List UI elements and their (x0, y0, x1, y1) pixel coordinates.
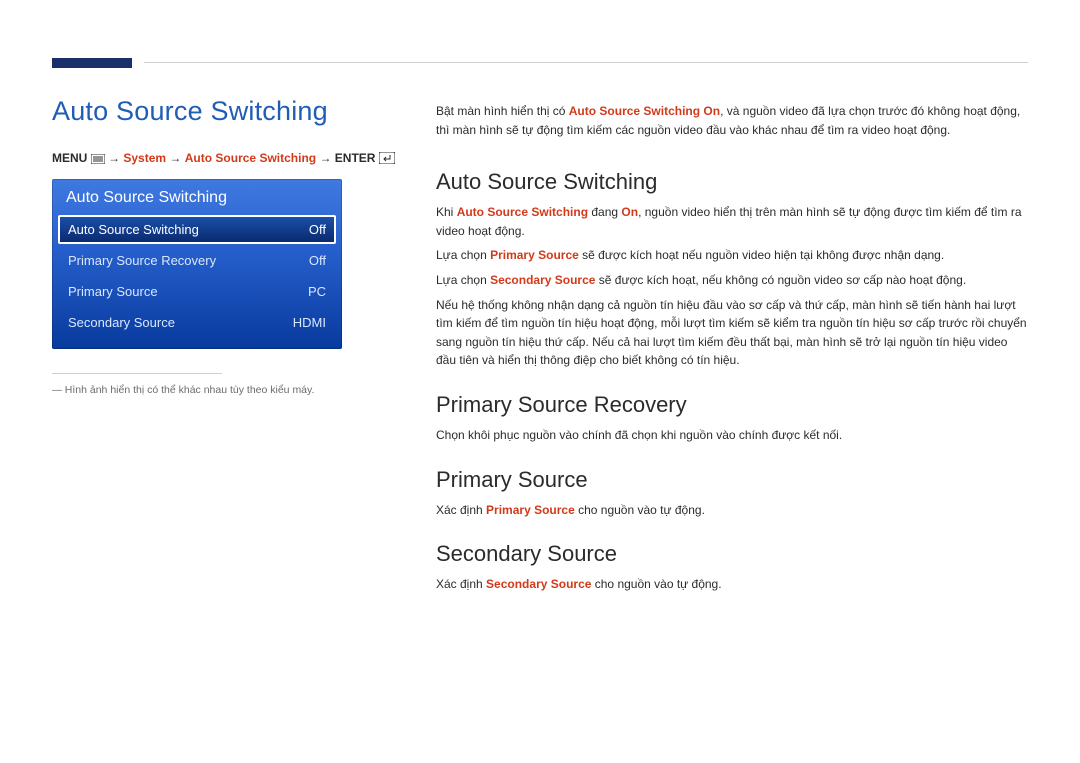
breadcrumb-enter: ENTER (335, 151, 376, 165)
s4-p1: Xác định Secondary Source cho nguồn vào … (436, 575, 1028, 594)
heading-secondary-source: Secondary Source (436, 541, 1028, 567)
text-fragment: sẽ được kích hoạt, nếu không có nguồn vi… (595, 273, 966, 287)
page: Auto Source Switching MENU → System → Au… (0, 0, 1080, 600)
term-primary-source: Primary Source (486, 503, 575, 517)
breadcrumb-arrow: → (169, 151, 181, 165)
breadcrumb-system: System (123, 151, 166, 165)
term-on: On (621, 205, 638, 219)
breadcrumb-arrow: → (319, 151, 331, 165)
s1-p1: Khi Auto Source Switching đang On, nguồn… (436, 203, 1028, 240)
text-fragment: Lựa chọn (436, 273, 490, 287)
osd-panel: Auto Source Switching Auto Source Switch… (52, 179, 342, 349)
text-fragment: cho nguồn vào tự động. (591, 577, 721, 591)
text-fragment: Xác định (436, 577, 486, 591)
term-auto-source-switching-on: Auto Source Switching On (569, 104, 720, 118)
text-fragment: Lựa chọn (436, 248, 490, 262)
top-accent-bar (52, 58, 132, 68)
footnote: Hình ảnh hiển thị có thể khác nhau tùy t… (52, 384, 400, 396)
footnote-separator (52, 373, 222, 374)
left-column: Auto Source Switching MENU → System → Au… (52, 96, 400, 600)
osd-row-label: Primary Source (68, 284, 158, 299)
osd-header: Auto Source Switching (52, 179, 342, 213)
term-auto-source-switching: Auto Source Switching (457, 205, 588, 219)
text-fragment: sẽ được kích hoạt nếu nguồn video hiện t… (579, 248, 944, 262)
enter-icon (379, 152, 395, 164)
breadcrumb-arrow: → (108, 151, 120, 165)
page-title: Auto Source Switching (52, 96, 400, 127)
osd-row-value: HDMI (293, 315, 326, 330)
osd-row-label: Primary Source Recovery (68, 253, 216, 268)
text-fragment: cho nguồn vào tự động. (575, 503, 705, 517)
osd-row-label: Secondary Source (68, 315, 175, 330)
s1-p3: Lựa chọn Secondary Source sẽ được kích h… (436, 271, 1028, 290)
breadcrumb-auto-source-switching: Auto Source Switching (185, 151, 316, 165)
osd-row[interactable]: Secondary Source HDMI (58, 308, 336, 337)
osd-row-value: Off (309, 253, 326, 268)
s3-p1: Xác định Primary Source cho nguồn vào tự… (436, 501, 1028, 520)
term-secondary-source: Secondary Source (490, 273, 595, 287)
text-fragment: Xác định (436, 503, 486, 517)
osd-row-value: Off (309, 222, 326, 237)
menu-icon (91, 154, 105, 164)
intro-paragraph: Bật màn hình hiển thị có Auto Source Swi… (436, 102, 1028, 139)
top-divider (52, 58, 1028, 68)
osd-body: Auto Source SwitchingOffPrimary Source R… (52, 213, 342, 349)
s1-p2: Lựa chọn Primary Source sẽ được kích hoạ… (436, 246, 1028, 265)
heading-auto-source-switching: Auto Source Switching (436, 169, 1028, 195)
breadcrumb: MENU → System → Auto Source Switching → … (52, 151, 400, 165)
s2-p1: Chọn khôi phục nguồn vào chính đã chọn k… (436, 426, 1028, 445)
top-line (144, 62, 1028, 63)
osd-row[interactable]: Primary Source Recovery Off (58, 246, 336, 275)
term-secondary-source: Secondary Source (486, 577, 591, 591)
text-fragment: Bật màn hình hiển thị có (436, 104, 569, 118)
term-primary-source: Primary Source (490, 248, 579, 262)
heading-primary-source: Primary Source (436, 467, 1028, 493)
osd-row-value: PC (308, 284, 326, 299)
s1-p4: Nếu hệ thống không nhận dạng cả nguồn tí… (436, 296, 1028, 370)
heading-primary-source-recovery: Primary Source Recovery (436, 392, 1028, 418)
breadcrumb-menu: MENU (52, 151, 87, 165)
osd-row[interactable]: Auto Source Switching Off (58, 215, 336, 244)
osd-row-label: Auto Source Switching (68, 222, 199, 237)
text-fragment: đang (588, 205, 621, 219)
osd-row[interactable]: Primary Source PC (58, 277, 336, 306)
content-area: Auto Source Switching MENU → System → Au… (52, 96, 1028, 600)
text-fragment: Khi (436, 205, 457, 219)
right-column: Bật màn hình hiển thị có Auto Source Swi… (436, 96, 1028, 600)
